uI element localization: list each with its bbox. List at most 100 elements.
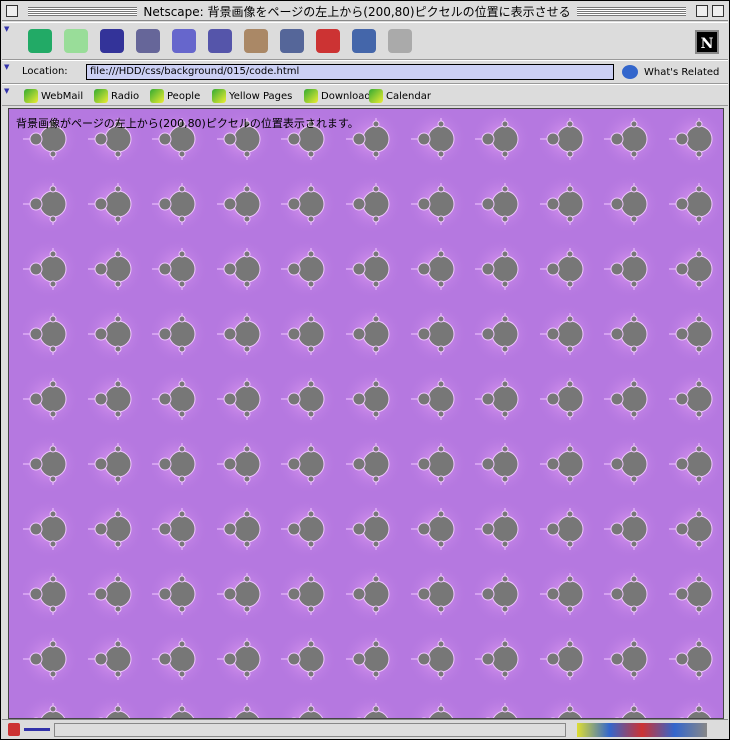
background-tile [471,629,532,689]
bookmark-label: Yellow Pages [229,90,293,102]
background-tile [665,174,723,234]
background-tile [600,629,661,689]
background-tile [665,369,723,429]
background-tile [19,304,79,364]
background-tile [83,174,144,234]
background-tile [535,629,596,689]
background-tile [342,174,402,234]
background-tile [406,174,467,234]
bookmark-icon [24,89,38,103]
background-tile [342,694,402,718]
background-tile [600,174,661,234]
stop-icon[interactable] [388,29,412,53]
background-tile [277,369,338,429]
background-tile [342,629,402,689]
background-tile [83,369,144,429]
my-netscape-icon[interactable] [208,29,232,53]
zoom-box[interactable] [696,5,708,17]
background-tile [277,239,338,299]
page-content: 背景画像がページの左上から(200,80)ピクセルの位置表示されます。 [8,108,724,719]
background-tile [665,434,723,494]
background-tile [212,239,273,299]
background-tile [83,564,144,624]
background-tile [600,304,661,364]
background-tile [19,174,79,234]
bookmark-icon [212,89,226,103]
background-tile [83,499,144,559]
background-tile [471,564,532,624]
collapse-box[interactable] [712,5,724,17]
bookmark-label: Radio [111,90,140,102]
home-icon[interactable] [136,29,160,53]
background-tile [536,694,596,718]
background-tile [148,694,208,718]
bookmark-label: WebMail [41,90,84,102]
background-tile [148,564,209,624]
background-tile [665,629,723,689]
netscape-logo[interactable]: N [695,30,719,54]
background-tile [212,304,273,364]
location-bar: ▼ Location: file:///HDD/css/background/0… [2,60,728,84]
toolbar-grip[interactable]: ▼ [4,87,12,95]
background-tile [406,434,467,494]
forward-icon[interactable] [64,29,88,53]
toolbar-grip[interactable]: ▼ [4,63,12,71]
bookmark-radio[interactable]: Radio [94,89,139,103]
bookmark-webmail[interactable]: WebMail [24,89,83,103]
background-tile [19,369,79,429]
background-tile [535,109,596,169]
title-bar[interactable]: Netscape: 背景画像をページの左上から(200,80)ピクセルの位置に表… [2,2,728,21]
background-tile [471,109,532,169]
background-tile [535,239,596,299]
whats-related-button[interactable]: What's Related [622,65,719,79]
background-tile [19,434,79,494]
background-tile [213,694,273,718]
background-tile [406,304,467,364]
bookmark-download[interactable]: Download [304,89,371,103]
background-tile [665,109,723,169]
toolbar-grip[interactable]: ▼ [4,25,12,33]
bookmark-icon [369,89,383,103]
print-icon[interactable] [280,29,304,53]
title-stripes [28,6,138,16]
background-tile [19,694,79,718]
search-icon[interactable] [172,29,196,53]
back-icon[interactable] [28,29,52,53]
close-box[interactable] [6,5,18,17]
background-tile [406,109,467,169]
reload-icon[interactable] [100,29,124,53]
security-icon[interactable] [316,29,340,53]
bookmark-calendar[interactable]: Calendar [369,89,431,103]
shop-icon[interactable] [352,29,376,53]
background-tile [342,304,402,364]
background-tile [665,304,723,364]
background-tile [342,564,402,624]
bookmark-label: Calendar [386,90,431,102]
background-tile [148,369,209,429]
background-tile [148,174,209,234]
background-tile [600,434,661,494]
status-text [54,723,566,737]
component-bar-icons[interactable] [577,723,707,737]
background-tile [407,694,466,718]
background-tile [406,629,467,689]
background-tile [535,499,596,559]
bookmark-people[interactable]: People [150,89,200,103]
background-tile [535,434,596,494]
background-tile [83,239,144,299]
bookmark-icon [150,89,164,103]
background-tile [406,369,467,429]
background-tile [278,694,337,718]
background-tile [342,369,402,429]
background-tile [600,109,661,169]
location-label: Location: [22,66,68,77]
images-icon[interactable] [244,29,268,53]
bookmark-yellow-pages[interactable]: Yellow Pages [212,89,292,103]
background-tile [277,499,338,559]
background-tile [600,369,661,429]
background-tile [535,174,596,234]
security-lock-icon[interactable] [8,723,20,736]
background-tile [212,434,273,494]
background-tile [83,629,144,689]
url-input[interactable]: file:///HDD/css/background/015/code.html [86,64,614,80]
